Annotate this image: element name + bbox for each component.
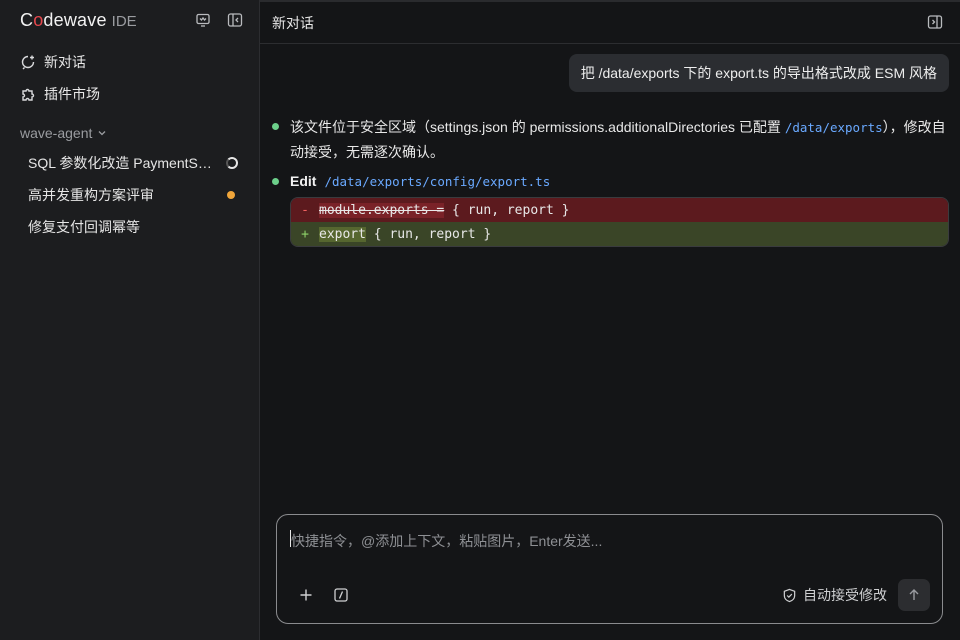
inline-code-path: /data/exports bbox=[784, 120, 883, 135]
session-item[interactable]: SQL 参数化改造 PaymentService bbox=[28, 153, 238, 173]
loading-spinner-icon bbox=[226, 157, 238, 169]
session-label: SQL 参数化改造 PaymentService bbox=[28, 155, 216, 171]
sidebar: Codewave IDE 新对话 插件市场 wave-agent SQL 参数化… bbox=[0, 0, 260, 640]
diff-added-token: export bbox=[319, 226, 366, 242]
diff-removed-line: - module.exports = { run, report } bbox=[291, 198, 948, 222]
edit-file-path[interactable]: /data/exports/config/export.ts bbox=[324, 174, 550, 189]
brand-logo: Codewave IDE bbox=[20, 10, 137, 32]
auto-accept-toggle[interactable]: 自动接受修改 bbox=[782, 585, 887, 605]
user-message-text: 把 /data/exports 下的 export.ts 的导出格式改成 ESM… bbox=[580, 65, 937, 81]
send-button[interactable] bbox=[898, 579, 930, 611]
status-dot-icon bbox=[272, 123, 279, 130]
nav-plugin-market[interactable]: 插件市场 bbox=[20, 84, 100, 104]
message-composer[interactable]: 快捷指令，@添加上下文，粘贴图片，Enter发送... 自动接受修改 bbox=[276, 514, 943, 624]
collapse-sidebar-icon[interactable] bbox=[227, 12, 243, 28]
top-divider bbox=[260, 0, 960, 2]
plus-icon bbox=[300, 589, 312, 601]
brand-ide-suffix: IDE bbox=[111, 13, 137, 30]
project-group-toggle[interactable]: wave-agent bbox=[20, 124, 108, 142]
chat-panel: 新对话 把 /data/exports 下的 export.ts 的导出格式改成… bbox=[260, 0, 960, 640]
session-label: 高并发重构方案评审 bbox=[28, 187, 154, 203]
toggle-panel-icon[interactable] bbox=[927, 14, 943, 30]
status-dot-icon bbox=[272, 178, 279, 185]
diff-plus-sign: + bbox=[301, 226, 309, 242]
diff-block: - module.exports = { run, report } + expor… bbox=[290, 197, 949, 247]
nav-new-chat[interactable]: 新对话 bbox=[20, 52, 86, 72]
diff-minus-sign: - bbox=[301, 202, 309, 218]
diff-added-line: + export { run, report } bbox=[291, 222, 948, 246]
new-chat-icon bbox=[21, 55, 35, 70]
chat-header: 新对话 bbox=[260, 0, 960, 44]
assistant-text: 该文件位于安全区域（settings.json 的 permissions.ad… bbox=[290, 119, 785, 135]
project-group-label: wave-agent bbox=[20, 125, 93, 141]
chat-history-icon[interactable] bbox=[195, 12, 211, 28]
add-attachment-button[interactable] bbox=[292, 581, 320, 609]
slash-command-icon bbox=[334, 588, 348, 602]
shield-check-icon bbox=[783, 588, 796, 602]
unread-dot-icon bbox=[227, 191, 235, 199]
edit-tool-call[interactable]: Edit /data/exports/config/export.ts bbox=[290, 170, 550, 192]
chevron-down-icon bbox=[98, 131, 106, 136]
nav-new-chat-label: 新对话 bbox=[44, 54, 86, 70]
nav-plugin-market-label: 插件市场 bbox=[44, 86, 100, 102]
user-message-bubble: 把 /data/exports 下的 export.ts 的导出格式改成 ESM… bbox=[568, 54, 949, 92]
composer-input[interactable]: 快捷指令，@添加上下文，粘贴图片，Enter发送... bbox=[291, 531, 602, 551]
session-label: 修复支付回调幂等 bbox=[28, 219, 140, 235]
brand-name: Codewave bbox=[20, 10, 107, 30]
diff-removed-rest: { run, report } bbox=[444, 202, 570, 218]
session-item[interactable]: 高并发重构方案评审 bbox=[28, 185, 238, 205]
arrow-up-icon bbox=[909, 589, 919, 600]
slash-command-button[interactable] bbox=[327, 581, 355, 609]
diff-removed-token: module.exports = bbox=[319, 202, 445, 218]
edit-label: Edit bbox=[290, 173, 317, 189]
session-item[interactable]: 修复支付回调幂等 bbox=[28, 217, 238, 237]
page-title: 新对话 bbox=[272, 15, 314, 31]
auto-accept-label: 自动接受修改 bbox=[803, 587, 887, 603]
assistant-message: 该文件位于安全区域（settings.json 的 permissions.ad… bbox=[290, 115, 950, 164]
puzzle-icon bbox=[22, 88, 35, 101]
diff-added-rest: { run, report } bbox=[365, 226, 492, 242]
